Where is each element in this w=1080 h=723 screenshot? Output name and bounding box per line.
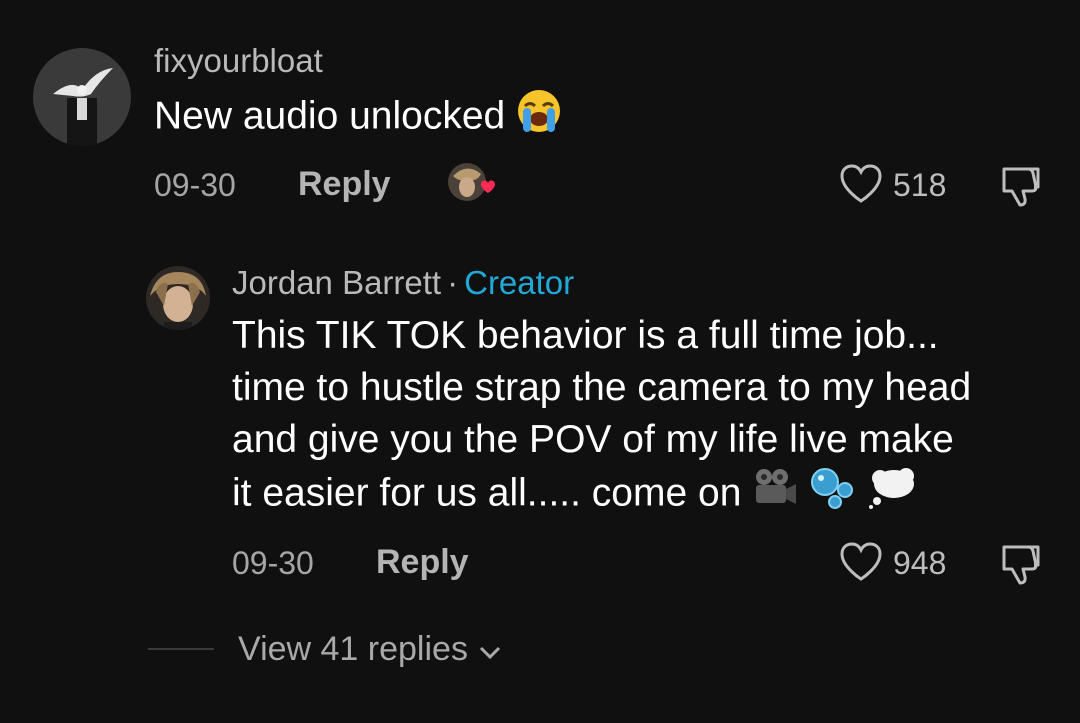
comment-date: 09-30: [154, 167, 236, 203]
avatar[interactable]: [146, 266, 210, 330]
comment-text-body: New audio unlocked: [154, 94, 506, 138]
reply-date: 09-30: [232, 545, 314, 581]
reply-username[interactable]: Jordan Barrett: [232, 264, 441, 301]
reply-line-last: it easier for us all..... come on: [232, 466, 916, 524]
reply-button[interactable]: Reply: [376, 543, 469, 582]
loudly-crying-face-icon: [516, 88, 562, 148]
view-replies-label: View 41 replies: [238, 630, 468, 668]
reply-line: it easier for us all..... come on: [232, 471, 742, 515]
reply-line: and give you the POV of my life live mak…: [232, 418, 954, 461]
comment-text: New audio unlocked: [154, 88, 562, 148]
reply-line: This TIK TOK behavior is a full time job…: [232, 314, 939, 357]
creator-badge: Creator: [464, 264, 575, 301]
view-replies-button[interactable]: View 41 replies: [238, 630, 503, 671]
reply-header: Jordan Barrett · Creator: [232, 264, 574, 302]
dislike-icon[interactable]: [998, 541, 1044, 587]
like-count: 948: [893, 545, 947, 581]
thought-balloon-icon: [868, 466, 916, 524]
film-projector-icon: [752, 467, 798, 523]
reply-button[interactable]: Reply: [298, 165, 391, 204]
like-heart-icon[interactable]: [838, 163, 884, 205]
like-heart-icon[interactable]: [838, 541, 884, 583]
bubbles-icon: [809, 466, 857, 524]
like-count: 518: [893, 167, 947, 203]
avatar[interactable]: [33, 48, 131, 146]
creator-heart-avatar-icon: [447, 160, 499, 206]
replies-divider: [148, 648, 214, 650]
separator-dot: ·: [447, 264, 459, 301]
dislike-icon[interactable]: [998, 163, 1044, 209]
reply-line: time to hustle strap the camera to my he…: [232, 366, 972, 409]
chevron-down-icon: [477, 632, 503, 671]
comment-username[interactable]: fixyourbloat: [154, 42, 323, 80]
